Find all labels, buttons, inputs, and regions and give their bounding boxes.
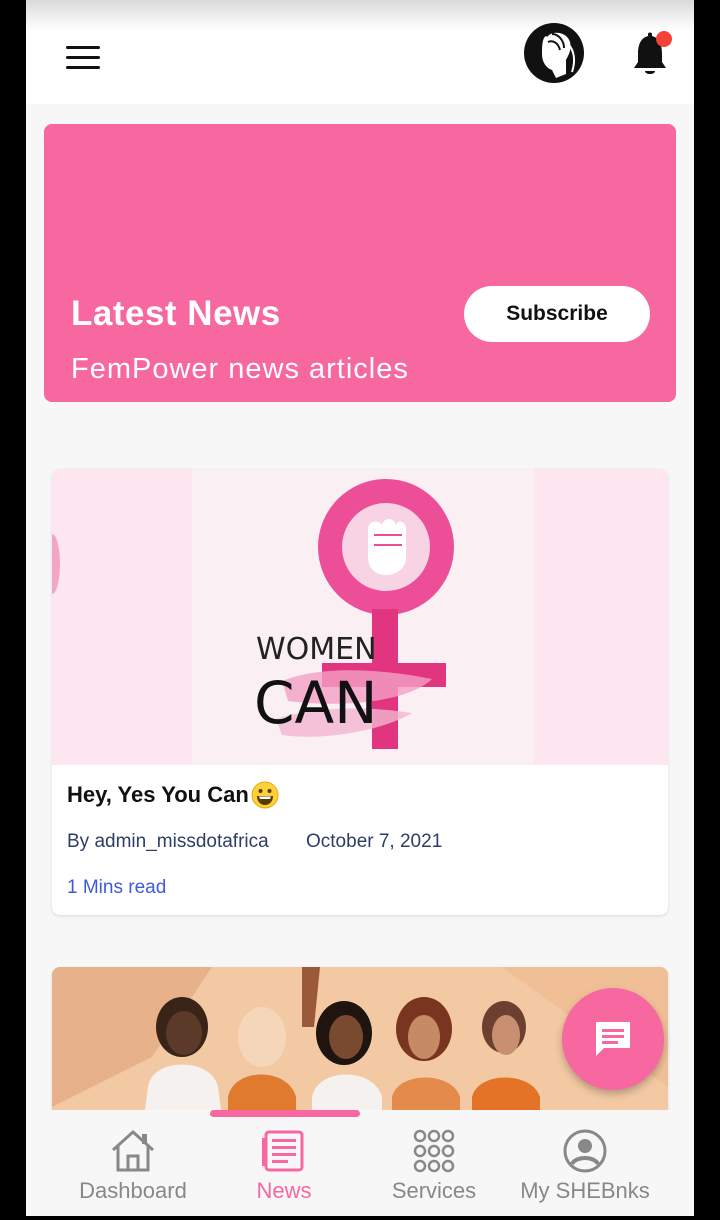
status-bar-shadow [26,0,694,30]
nav-label-services: Services [391,1178,477,1203]
grinning-face-emoji [251,781,279,809]
article-title[interactable]: Hey, Yes You Can [67,781,279,809]
chat-button[interactable] [562,988,664,1090]
subscribe-button[interactable]: Subscribe [464,286,650,342]
article-title-text: Hey, Yes You Can [67,782,249,807]
top-app-bar [26,0,694,104]
hamburger-menu-icon[interactable] [66,46,104,76]
article-author: By admin_missdotafrica [67,831,269,852]
women-can-article-image[interactable]: WOMEN CAN [52,469,668,765]
notification-dot [656,31,672,47]
banner-title: Latest News [71,294,281,333]
nav-label-my-shebnks: My SHEBnks [520,1178,650,1203]
banner-subtitle: FemPower news articles [71,353,409,385]
bell-icon[interactable] [628,26,672,78]
home-icon [111,1130,155,1172]
nav-item-my-shebnks[interactable]: My SHEBnks [516,1110,654,1216]
article-card[interactable]: WOMEN CAN Hey, Yes You Can By admin_miss… [52,469,668,915]
article-read-time: 1 Mins read [67,877,167,898]
user-circle-icon [563,1129,607,1173]
article-date: October 7, 2021 [306,831,443,852]
image-text-can: CAN [254,669,378,737]
newspaper-icon [262,1130,304,1172]
chat-message-icon [596,1022,630,1056]
nav-label-dashboard: Dashboard [79,1178,187,1203]
woman-profile-logo-icon[interactable] [522,20,586,86]
image-text-women: WOMEN [256,632,377,667]
nav-item-dashboard[interactable]: Dashboard [66,1110,200,1216]
latest-news-banner: Latest News FemPower news articles Subsc… [44,124,676,402]
grid-dots-icon [413,1129,455,1173]
nav-label-news: News [256,1178,312,1203]
bottom-navigation: Dashboard News Services My SHEBnks [26,1110,694,1216]
app-screen: Latest News FemPower news articles Subsc… [26,0,694,1216]
nav-item-news[interactable]: News [234,1110,334,1216]
nav-item-services[interactable]: Services [376,1110,492,1216]
